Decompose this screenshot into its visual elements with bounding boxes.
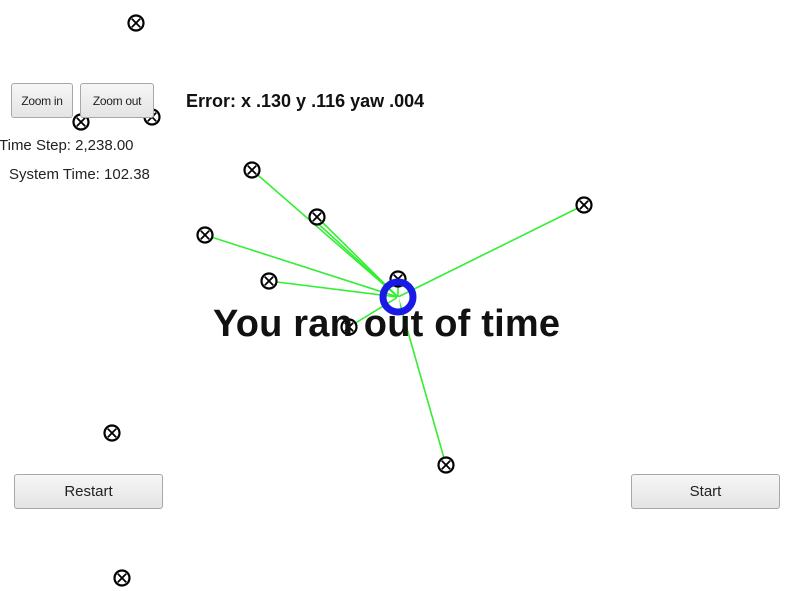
landmark-marker-icon: [196, 226, 214, 244]
game-over-message: You ran out of time: [213, 303, 561, 345]
observation-line: [204, 234, 399, 298]
zoom-in-button[interactable]: Zoom in: [11, 83, 73, 118]
landmark-marker-icon: [575, 196, 593, 214]
landmark-marker-icon: [308, 208, 326, 226]
zoom-out-button[interactable]: Zoom out: [80, 83, 154, 118]
landmark-marker-icon: [103, 424, 121, 442]
system-time-label: System Time: 102.38: [9, 166, 150, 183]
landmark-marker-icon: [127, 14, 145, 32]
start-button[interactable]: Start: [631, 474, 780, 509]
landmark-marker-icon: [260, 272, 278, 290]
landmark-marker-icon: [243, 161, 261, 179]
time-step-label: Time Step: 2,238.00: [0, 137, 134, 154]
error-readout: Error: x .130 y .116 yaw .004: [186, 91, 425, 111]
observation-line: [397, 204, 585, 298]
restart-button[interactable]: Restart: [14, 474, 163, 509]
landmark-marker-icon: [437, 456, 455, 474]
simulator-canvas: Error: x .130 y .116 yaw .004 Zoom in Zo…: [0, 0, 794, 591]
observation-line: [268, 280, 399, 298]
landmark-marker-icon: [113, 569, 131, 587]
